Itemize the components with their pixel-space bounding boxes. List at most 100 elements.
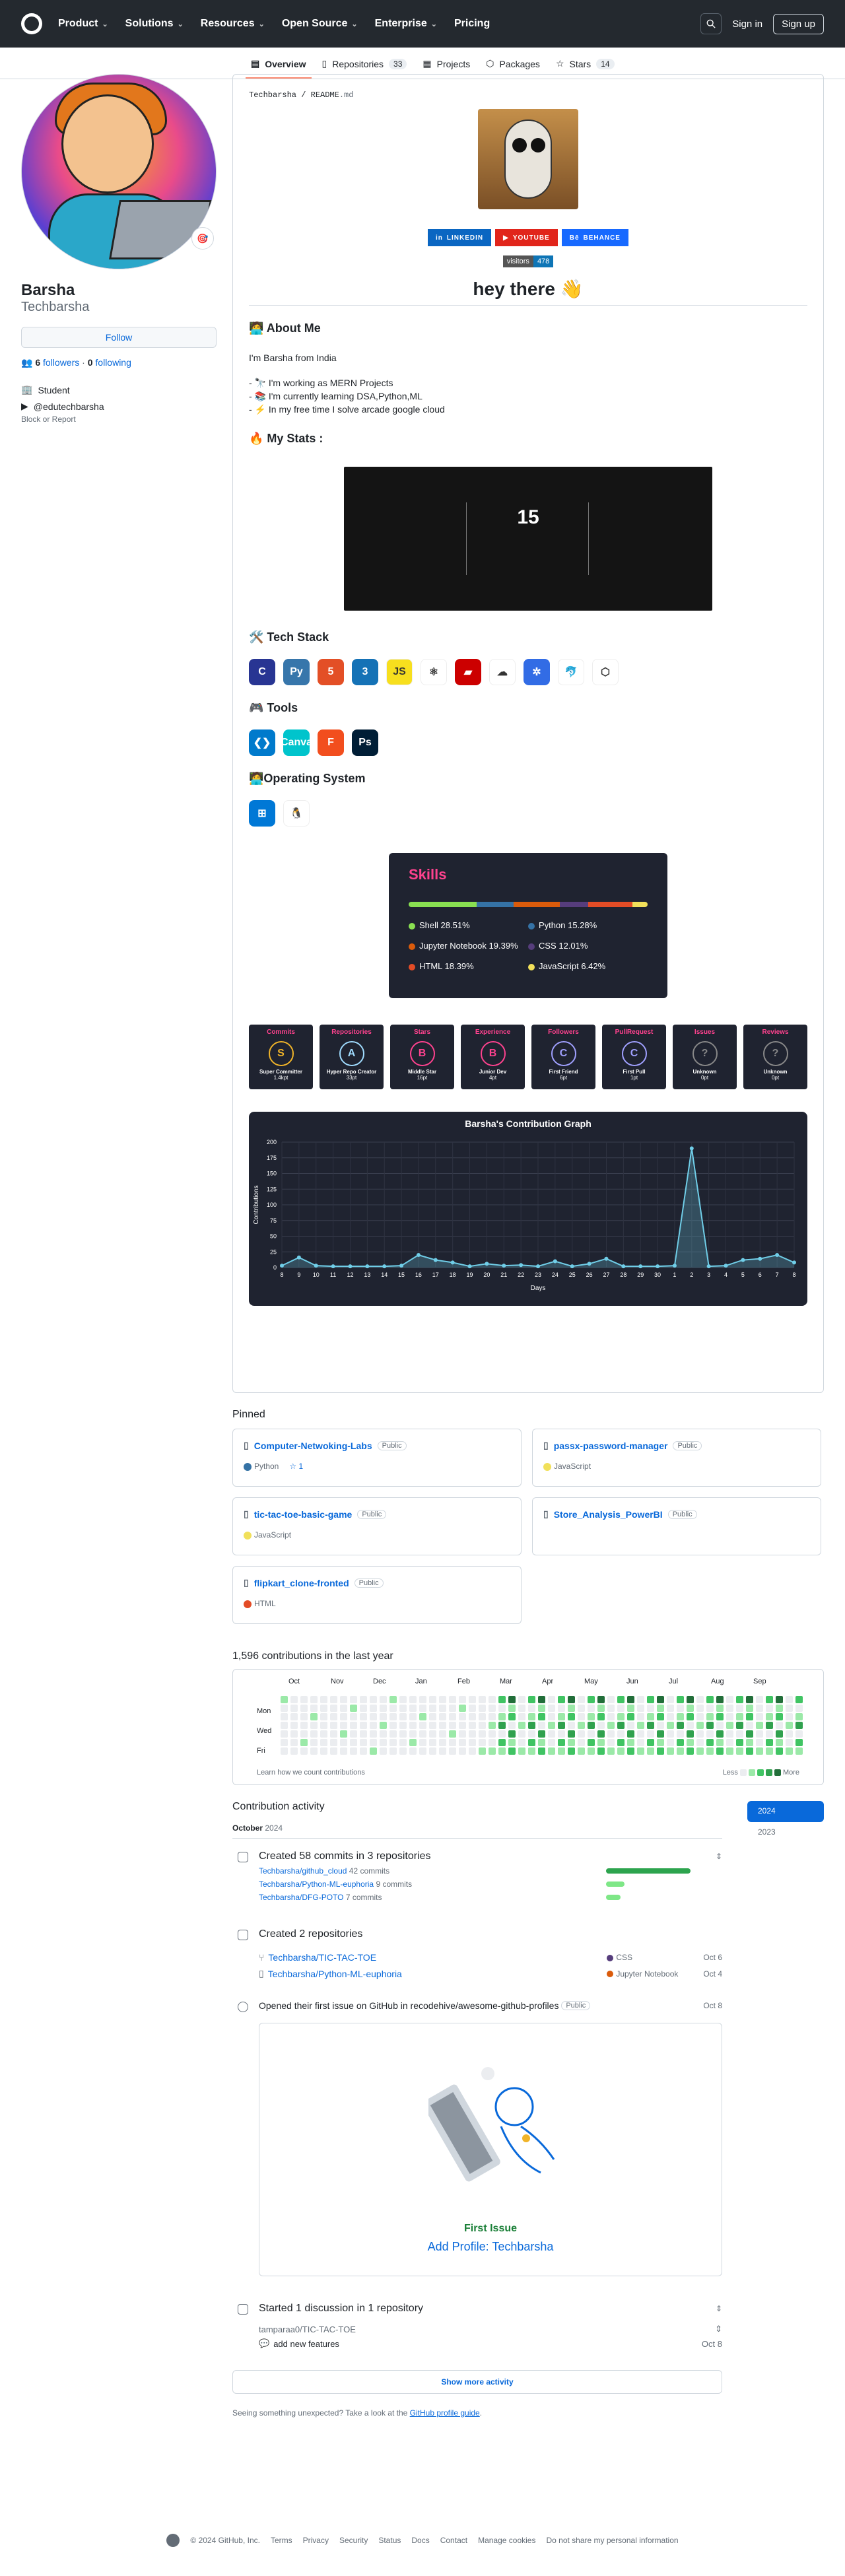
calendar-day[interactable] xyxy=(360,1730,367,1738)
calendar-day[interactable] xyxy=(479,1705,486,1712)
calendar-day[interactable] xyxy=(597,1713,605,1720)
year-2023[interactable]: 2023 xyxy=(747,1822,824,1843)
calendar-day[interactable] xyxy=(281,1696,288,1703)
calendar-day[interactable] xyxy=(489,1730,496,1738)
calendar-day[interactable] xyxy=(528,1722,535,1729)
calendar-day[interactable] xyxy=(518,1730,525,1738)
calendar-day[interactable] xyxy=(637,1713,644,1720)
calendar-day[interactable] xyxy=(766,1739,773,1746)
calendar-day[interactable] xyxy=(419,1705,426,1712)
calendar-day[interactable] xyxy=(627,1705,634,1712)
calendar-day[interactable] xyxy=(330,1730,337,1738)
calendar-day[interactable] xyxy=(380,1713,387,1720)
following-link[interactable]: 0 following xyxy=(88,357,131,368)
calendar-day[interactable] xyxy=(320,1730,327,1738)
calendar-day[interactable] xyxy=(310,1730,318,1738)
calendar-day[interactable] xyxy=(687,1722,694,1729)
calendar-day[interactable] xyxy=(736,1739,743,1746)
repo-link[interactable]: tic-tac-toe-basic-game xyxy=(254,1509,353,1520)
calendar-day[interactable] xyxy=(380,1705,387,1712)
calendar-day[interactable] xyxy=(795,1713,803,1720)
github-logo-icon[interactable] xyxy=(21,13,42,34)
calendar-day[interactable] xyxy=(429,1747,436,1755)
calendar-day[interactable] xyxy=(795,1696,803,1703)
calendar-day[interactable] xyxy=(706,1696,714,1703)
calendar-day[interactable] xyxy=(588,1705,595,1712)
calendar-day[interactable] xyxy=(300,1730,308,1738)
calendar-day[interactable] xyxy=(290,1722,298,1729)
calendar-day[interactable] xyxy=(677,1747,684,1755)
calendar-day[interactable] xyxy=(647,1722,654,1729)
footer-link-security[interactable]: Security xyxy=(339,2536,368,2545)
calendar-day[interactable] xyxy=(647,1739,654,1746)
calendar-day[interactable] xyxy=(548,1730,555,1738)
calendar-day[interactable] xyxy=(548,1739,555,1746)
profile-guide-link[interactable]: GitHub profile guide xyxy=(410,2408,480,2418)
calendar-day[interactable] xyxy=(508,1713,516,1720)
calendar-day[interactable] xyxy=(290,1739,298,1746)
calendar-day[interactable] xyxy=(607,1747,615,1755)
calendar-day[interactable] xyxy=(290,1747,298,1755)
calendar-day[interactable] xyxy=(786,1747,793,1755)
calendar-day[interactable] xyxy=(588,1739,595,1746)
repo-link[interactable]: Techbarsha/Python-ML-euphoria xyxy=(268,1969,402,1979)
calendar-day[interactable] xyxy=(617,1730,625,1738)
calendar-day[interactable] xyxy=(766,1730,773,1738)
calendar-day[interactable] xyxy=(746,1696,753,1703)
calendar-day[interactable] xyxy=(558,1747,565,1755)
calendar-day[interactable] xyxy=(627,1722,634,1729)
calendar-day[interactable] xyxy=(449,1705,456,1712)
calendar-day[interactable] xyxy=(479,1739,486,1746)
calendar-day[interactable] xyxy=(469,1713,476,1720)
calendar-day[interactable] xyxy=(617,1696,625,1703)
calendar-day[interactable] xyxy=(281,1747,288,1755)
calendar-day[interactable] xyxy=(667,1696,674,1703)
calendar-day[interactable] xyxy=(756,1730,763,1738)
calendar-day[interactable] xyxy=(726,1696,733,1703)
calendar-day[interactable] xyxy=(508,1730,516,1738)
calendar-day[interactable] xyxy=(360,1747,367,1755)
calendar-day[interactable] xyxy=(716,1739,724,1746)
calendar-day[interactable] xyxy=(726,1747,733,1755)
calendar-day[interactable] xyxy=(360,1722,367,1729)
calendar-day[interactable] xyxy=(300,1747,308,1755)
calendar-day[interactable] xyxy=(687,1730,694,1738)
calendar-day[interactable] xyxy=(548,1705,555,1712)
calendar-day[interactable] xyxy=(568,1739,575,1746)
calendar-day[interactable] xyxy=(429,1722,436,1729)
calendar-day[interactable] xyxy=(568,1730,575,1738)
calendar-day[interactable] xyxy=(439,1747,446,1755)
calendar-day[interactable] xyxy=(320,1705,327,1712)
calendar-day[interactable] xyxy=(469,1705,476,1712)
calendar-day[interactable] xyxy=(300,1705,308,1712)
calendar-day[interactable] xyxy=(429,1713,436,1720)
calendar-day[interactable] xyxy=(320,1739,327,1746)
calendar-day[interactable] xyxy=(389,1696,397,1703)
calendar-day[interactable] xyxy=(667,1730,674,1738)
calendar-day[interactable] xyxy=(607,1739,615,1746)
calendar-day[interactable] xyxy=(786,1730,793,1738)
nav-open-source[interactable]: Open Source ⌄ xyxy=(282,18,358,30)
calendar-day[interactable] xyxy=(568,1696,575,1703)
calendar-day[interactable] xyxy=(617,1705,625,1712)
calendar-day[interactable] xyxy=(340,1747,347,1755)
calendar-day[interactable] xyxy=(489,1747,496,1755)
calendar-day[interactable] xyxy=(637,1722,644,1729)
fold-icon[interactable]: ⇕ xyxy=(716,1852,722,1861)
calendar-day[interactable] xyxy=(746,1730,753,1738)
calendar-day[interactable] xyxy=(389,1730,397,1738)
calendar-day[interactable] xyxy=(508,1722,516,1729)
calendar-day[interactable] xyxy=(419,1696,426,1703)
calendar-day[interactable] xyxy=(310,1722,318,1729)
calendar-day[interactable] xyxy=(429,1705,436,1712)
calendar-day[interactable] xyxy=(568,1722,575,1729)
calendar-day[interactable] xyxy=(528,1739,535,1746)
calendar-day[interactable] xyxy=(726,1705,733,1712)
calendar-day[interactable] xyxy=(281,1705,288,1712)
calendar-day[interactable] xyxy=(281,1730,288,1738)
followers-link[interactable]: 6 followers xyxy=(35,357,79,368)
calendar-day[interactable] xyxy=(439,1696,446,1703)
calendar-day[interactable] xyxy=(786,1705,793,1712)
calendar-day[interactable] xyxy=(607,1722,615,1729)
calendar-day[interactable] xyxy=(330,1739,337,1746)
